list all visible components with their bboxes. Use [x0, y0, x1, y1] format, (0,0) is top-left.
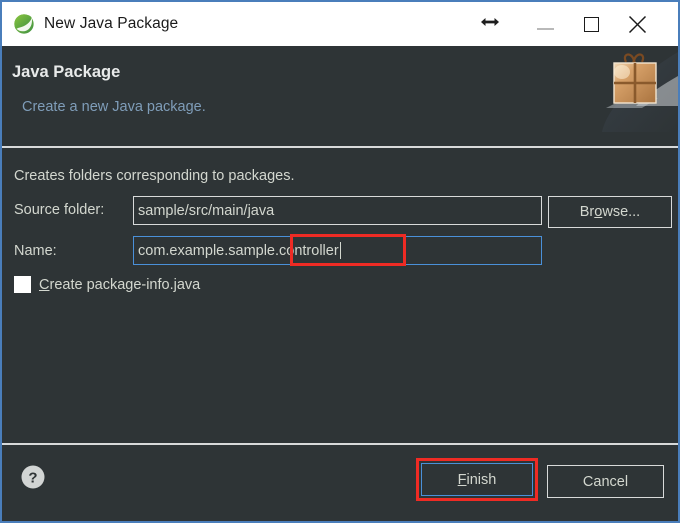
close-icon	[628, 15, 647, 34]
checkbox-mnemonic: C	[39, 277, 49, 293]
browse-button[interactable]: Browse...	[548, 196, 672, 228]
package-name-input[interactable]: com.example.sample.controller	[133, 236, 542, 265]
create-package-info-checkbox[interactable]	[14, 276, 31, 293]
maximize-icon	[584, 17, 599, 32]
create-package-info-checkbox-row[interactable]: Create package-info.java	[14, 276, 200, 293]
browse-label-after: wse...	[602, 204, 640, 220]
dialog-body: Creates folders corresponding to package…	[2, 148, 678, 443]
dialog-header: Java Package Create a new Java package.	[2, 46, 678, 148]
question-mark-icon[interactable]: ?	[20, 464, 46, 490]
svg-text:?: ?	[28, 470, 37, 487]
source-folder-value: sample/src/main/java	[138, 203, 274, 219]
dialog-window: New Java Package Java Package Create a n…	[0, 0, 680, 523]
window-title: New Java Package	[44, 15, 178, 33]
text-caret	[340, 242, 341, 259]
maximize-button[interactable]	[568, 2, 614, 46]
header-description: Create a new Java package.	[22, 99, 206, 115]
browse-label-before: Br	[580, 204, 595, 220]
name-label: Name:	[14, 243, 57, 259]
package-name-value: com.example.sample.controller	[138, 243, 339, 259]
cancel-button[interactable]: Cancel	[547, 465, 664, 498]
finish-button[interactable]: Finish	[421, 463, 533, 496]
spring-leaf-icon	[13, 13, 35, 35]
source-folder-label: Source folder:	[14, 202, 104, 218]
finish-mnemonic: F	[458, 472, 467, 488]
create-package-info-label: Create package-info.java	[39, 277, 200, 293]
hint-text: Creates folders corresponding to package…	[14, 168, 295, 184]
title-bar[interactable]: New Java Package	[2, 2, 678, 46]
checkbox-label-rest: reate package-info.java	[49, 277, 200, 293]
close-button[interactable]	[614, 2, 660, 46]
minimize-button[interactable]	[522, 2, 568, 46]
header-title: Java Package	[12, 63, 120, 82]
gift-package-icon	[592, 46, 678, 142]
cancel-label: Cancel	[583, 474, 628, 490]
minimize-icon	[537, 28, 554, 30]
finish-label-rest: inish	[467, 472, 497, 488]
source-folder-input[interactable]: sample/src/main/java	[133, 196, 542, 225]
